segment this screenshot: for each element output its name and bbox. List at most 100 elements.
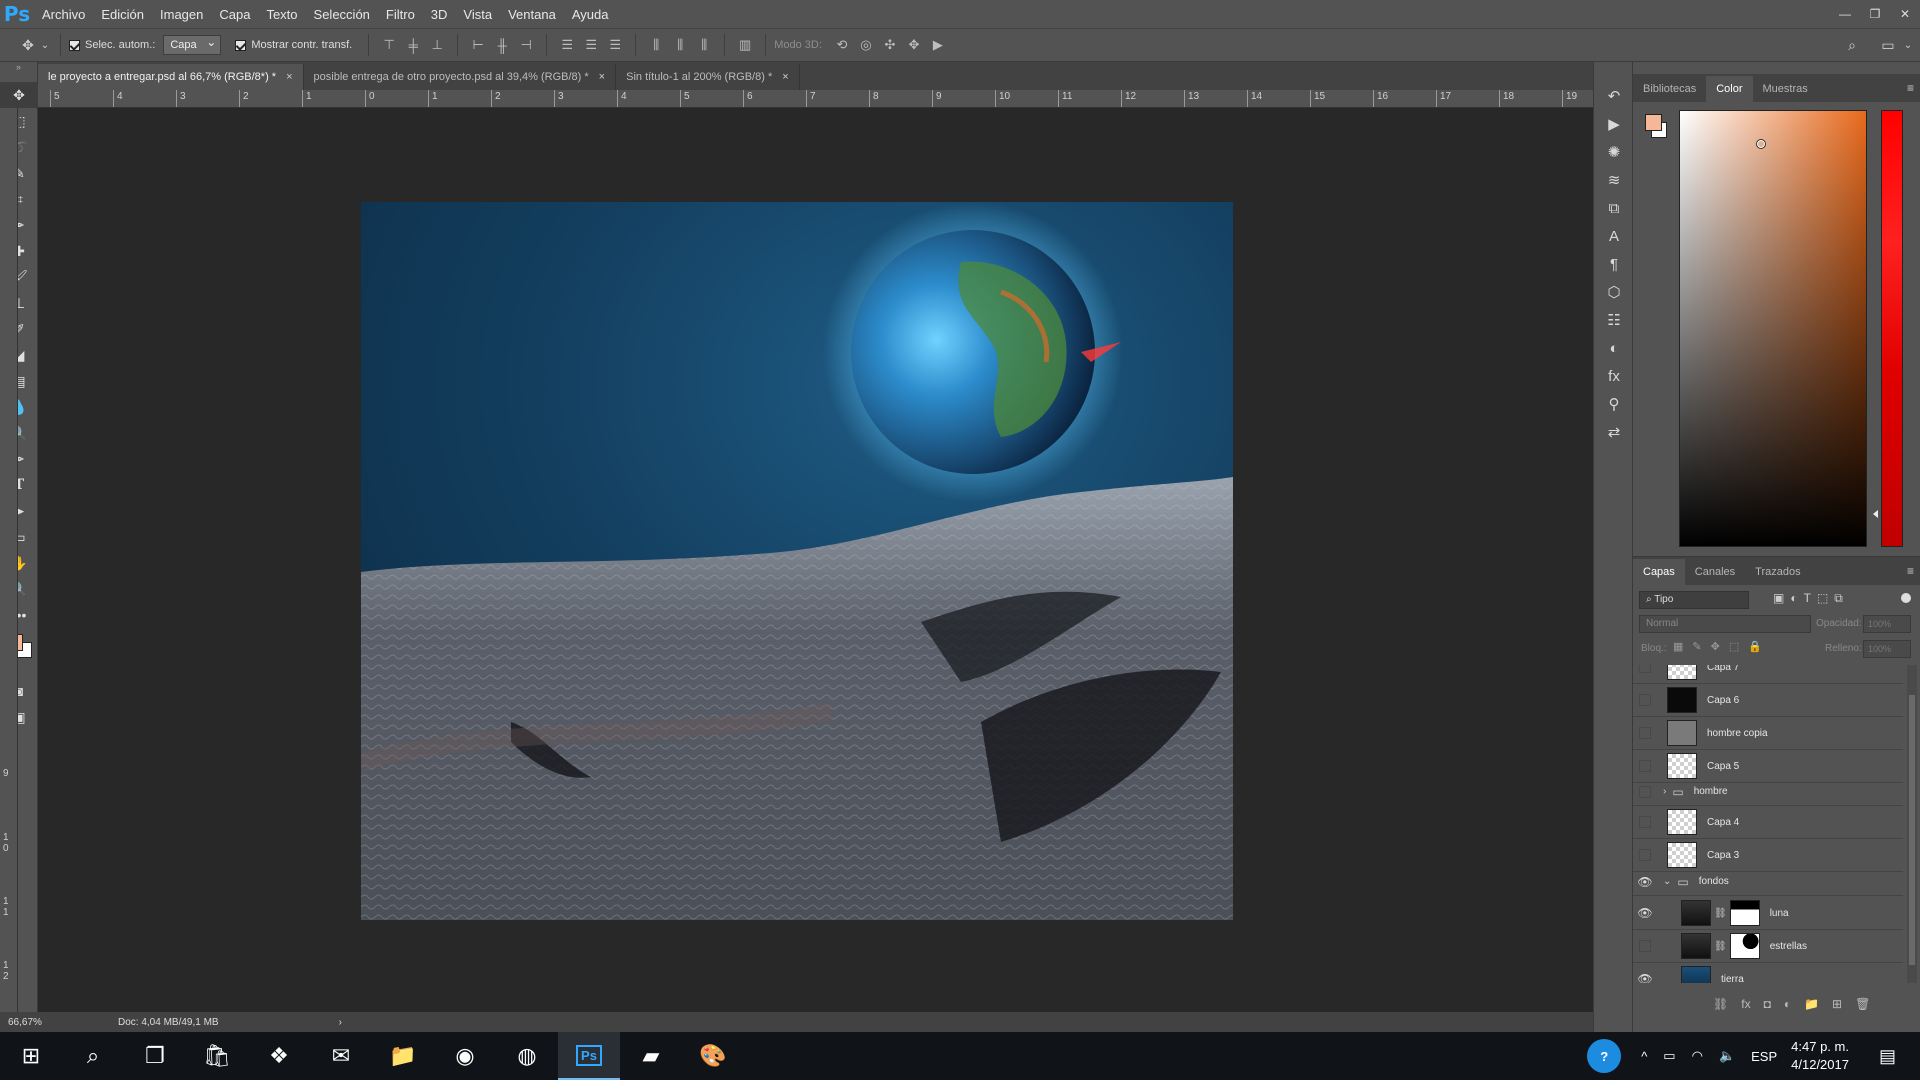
layer-row[interactable]: Capa 7 (1633, 665, 1903, 684)
tool-presets-icon[interactable]: ⚲ (1594, 390, 1634, 418)
minimize-icon[interactable]: — (1830, 0, 1860, 28)
visibility-toggle[interactable] (1633, 665, 1657, 673)
layer-row[interactable]: 👁 ⛓ luna (1633, 897, 1903, 930)
move-tool[interactable]: ✥ (0, 82, 38, 108)
menu-archivo[interactable]: Archivo (34, 7, 93, 22)
layer-row[interactable]: hombre copia (1633, 717, 1903, 750)
filter-type-icon[interactable]: T (1804, 591, 1811, 606)
lock-pixels-icon[interactable]: ✎ (1692, 640, 1701, 653)
visibility-toggle[interactable] (1633, 760, 1657, 772)
tab-color[interactable]: Color (1706, 76, 1753, 102)
distribute-hcenter-icon[interactable]: ⫼ (670, 35, 690, 55)
menu-filtro[interactable]: Filtro (378, 7, 423, 22)
align-bottom-icon[interactable]: ⊥ (427, 35, 447, 55)
layer-list[interactable]: Capa 7 Capa 6 hombre copia Capa 5 › ▭ hombre Ca… (1633, 665, 1920, 983)
layer-style-icon[interactable]: fx (1741, 997, 1750, 1011)
volume-icon[interactable]: 🔈 (1719, 1048, 1735, 1064)
filter-toggle-icon[interactable] (1901, 593, 1911, 603)
clock[interactable]: 4:47 p. m. 4/12/2017 (1791, 1038, 1849, 1074)
filter-adjustment-icon[interactable]: ◐ (1790, 591, 1797, 606)
link-layers-icon[interactable]: ⛓ (1713, 997, 1728, 1011)
drag-3d-icon[interactable]: ✣ (880, 35, 900, 55)
dropbox-icon[interactable]: ❖ (248, 1032, 310, 1080)
menu-imagen[interactable]: Imagen (152, 7, 211, 22)
tab-bibliotecas[interactable]: Bibliotecas (1633, 76, 1706, 102)
layer-row[interactable]: › ▭ hombre (1633, 778, 1903, 806)
windows-start-icon[interactable]: ⊞ (0, 1032, 62, 1080)
paint-app-icon[interactable]: 🎨 (682, 1032, 744, 1080)
tab-posible-entrega[interactable]: posible entrega de otro proyecto.psd al … (304, 64, 617, 90)
align-top-icon[interactable]: ⊤ (379, 35, 399, 55)
slide-3d-icon[interactable]: ✥ (904, 35, 924, 55)
layer-mask-thumbnail[interactable] (1729, 900, 1760, 926)
panel-menu-icon[interactable]: ≡ (1907, 564, 1914, 578)
group-expand-icon[interactable]: › (1663, 786, 1666, 797)
tab-capas[interactable]: Capas (1633, 559, 1685, 585)
fill-input[interactable]: 100% (1863, 640, 1911, 658)
blend-mode-dropdown[interactable]: Normal (1639, 615, 1811, 633)
tool-preset-dropdown-icon[interactable]: ⌄ (38, 35, 52, 55)
layers-scrollbar[interactable] (1907, 665, 1917, 983)
tab-sin-titulo[interactable]: Sin título-1 al 200% (RGB/8) * × (616, 64, 800, 90)
layer-row[interactable]: Capa 6 (1633, 684, 1903, 717)
visibility-toggle[interactable] (1633, 694, 1657, 706)
color-spectrum-field[interactable] (1679, 110, 1867, 547)
lock-artboard-icon[interactable]: ⬚ (1729, 640, 1739, 653)
search-icon[interactable]: ⌕ (1842, 35, 1862, 55)
add-mask-icon[interactable]: ◘ (1764, 997, 1771, 1011)
new-group-icon[interactable]: 📁 (1804, 997, 1819, 1011)
distribute-top-icon[interactable]: ☰ (557, 35, 577, 55)
close-icon[interactable]: × (782, 71, 788, 83)
foreground-color-swatch[interactable] (1645, 114, 1662, 131)
align-hcenter-icon[interactable]: ╫ (492, 35, 512, 55)
mask-link-icon[interactable]: ⛓ (1714, 941, 1727, 952)
adjustments-panel-icon[interactable]: ◐ (1594, 334, 1634, 362)
restore-icon[interactable]: ❐ (1860, 0, 1890, 28)
clone-source-icon[interactable]: ⧉ (1594, 194, 1634, 222)
align-vcenter-icon[interactable]: ╪ (403, 35, 423, 55)
hue-slider[interactable] (1881, 110, 1903, 547)
help-icon[interactable]: ? (1587, 1039, 1622, 1073)
layer-comps-icon[interactable]: ⇄ (1594, 418, 1634, 446)
workspace-icon[interactable]: ▭ (1878, 35, 1898, 55)
tab-canales[interactable]: Canales (1685, 559, 1745, 585)
menu-ventana[interactable]: Ventana (500, 7, 564, 22)
filter-smart-icon[interactable]: ⧉ (1834, 591, 1843, 606)
document-canvas[interactable] (361, 202, 1233, 920)
3d-panel-icon[interactable]: ⬡ (1594, 278, 1634, 306)
hue-slider-handle[interactable] (1873, 510, 1878, 518)
tab-proyecto-entregar[interactable]: le proyecto a entregar.psd al 66,7% (RGB… (38, 64, 304, 90)
group-expand-icon[interactable]: ⌄ (1663, 876, 1671, 887)
notes-app-icon[interactable]: ▰ (620, 1032, 682, 1080)
menu-edicion[interactable]: Edición (93, 7, 152, 22)
language-indicator[interactable]: ESP (1751, 1049, 1777, 1064)
layer-row[interactable]: 👁 tierra (1633, 963, 1903, 983)
roll-3d-icon[interactable]: ◎ (856, 35, 876, 55)
auto-select-dropdown[interactable]: Capa (163, 35, 222, 55)
filter-pixel-icon[interactable]: ▣ (1773, 591, 1784, 606)
color-picker-handle[interactable] (1756, 139, 1766, 149)
layer-row[interactable]: 👁 ⌄ ▭ fondos (1633, 868, 1903, 896)
zoom-level[interactable]: 66,67% (8, 1017, 108, 1028)
auto-align-icon[interactable]: ▥ (735, 35, 755, 55)
visibility-toggle[interactable] (1633, 816, 1657, 828)
visibility-toggle[interactable] (1633, 849, 1657, 861)
mask-link-icon[interactable]: ⛓ (1714, 908, 1727, 919)
visibility-toggle[interactable] (1633, 940, 1657, 952)
styles-panel-icon[interactable]: fx (1594, 362, 1634, 390)
file-explorer-icon[interactable]: 📁 (372, 1032, 434, 1080)
scale-3d-icon[interactable]: ▶ (928, 35, 948, 55)
task-view-icon[interactable]: ❐ (124, 1032, 186, 1080)
notifications-icon[interactable]: ▤ (1879, 1046, 1896, 1067)
menu-ayuda[interactable]: Ayuda (564, 7, 617, 22)
move-tool-icon[interactable]: ✥ (18, 35, 38, 55)
tab-muestras[interactable]: Muestras (1753, 76, 1818, 102)
actions-panel-icon[interactable]: ▶ (1594, 110, 1634, 138)
layer-filter-dropdown[interactable]: ⌕ Tipo (1639, 591, 1749, 609)
visibility-toggle[interactable] (1633, 785, 1657, 798)
store-icon[interactable]: 🛍 (186, 1032, 248, 1080)
toolbar-collapse-icon[interactable]: » (0, 62, 37, 82)
history-panel-icon[interactable]: ↶ (1594, 82, 1634, 110)
distribute-vcenter-icon[interactable]: ☰ (581, 35, 601, 55)
eye-icon[interactable]: 👁 (1633, 875, 1657, 889)
